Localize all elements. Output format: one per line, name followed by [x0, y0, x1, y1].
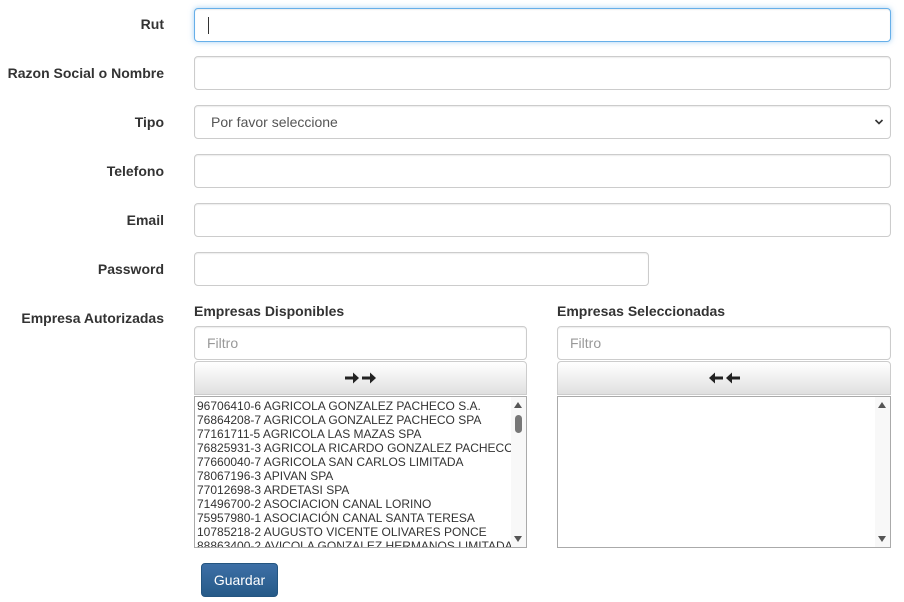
list-item[interactable]: 96706410-6 AGRICOLA GONZALEZ PACHECO S.A… [195, 399, 511, 413]
seleccionadas-filter-placeholder: Filtro [570, 335, 602, 351]
password-label: Password [97, 261, 164, 277]
chevron-down-icon [874, 119, 884, 125]
double-arrow-left-icon [709, 372, 740, 384]
guardar-button[interactable]: Guardar [201, 563, 278, 597]
list-item[interactable]: 77660040-7 AGRICOLA SAN CARLOS LIMITADA [195, 455, 511, 469]
telefono-input[interactable] [194, 154, 891, 188]
scroll-up-icon[interactable] [514, 402, 522, 408]
list-item[interactable]: 88863400-2 AVICOLA GONZALEZ HERMANOS LIM… [195, 539, 511, 547]
scroll-thumb[interactable] [515, 415, 522, 433]
disponibles-listbox[interactable]: 96706410-6 AGRICOLA GONZALEZ PACHECO S.A… [194, 396, 527, 548]
seleccionadas-scrollbar[interactable] [875, 397, 890, 547]
disponibles-options: 96706410-6 AGRICOLA GONZALEZ PACHECO S.A… [195, 397, 511, 547]
list-item[interactable]: 75957980-1 ASOCIACIÓN CANAL SANTA TERESA [195, 511, 511, 525]
rut-label: Rut [140, 16, 164, 32]
list-item[interactable]: 77161711-5 AGRICOLA LAS MAZAS SPA [195, 427, 511, 441]
scroll-down-icon[interactable] [514, 536, 522, 542]
list-item[interactable]: 76864208-7 AGRICOLA GONZALEZ PACHECO SPA [195, 413, 511, 427]
scroll-down-icon[interactable] [878, 536, 886, 542]
email-label: Email [126, 212, 164, 228]
rut-input[interactable] [194, 8, 891, 42]
disponibles-filter-placeholder: Filtro [207, 335, 239, 351]
disponibles-heading: Empresas Disponibles [194, 303, 345, 319]
list-item[interactable]: 77012698-3 ARDETASI SPA [195, 483, 511, 497]
move-all-right-button[interactable] [194, 361, 527, 395]
tipo-select[interactable]: Por favor seleccione [194, 105, 891, 139]
list-item[interactable]: 71496700-2 ASOCIACION CANAL LORINO [195, 497, 511, 511]
email-input[interactable] [194, 203, 891, 237]
telefono-label: Telefono [106, 163, 164, 179]
move-all-left-button[interactable] [557, 361, 891, 395]
disponibles-filter-input[interactable]: Filtro [194, 326, 527, 360]
scroll-up-icon[interactable] [878, 402, 886, 408]
list-item[interactable]: 10785218-2 AUGUSTO VICENTE OLIVARES PONC… [195, 525, 511, 539]
tipo-label: Tipo [134, 114, 164, 130]
razon-social-label: Razon Social o Nombre [7, 65, 164, 81]
tipo-selected-value: Por favor seleccione [211, 114, 338, 130]
password-input[interactable] [194, 252, 649, 286]
razon-social-input[interactable] [194, 56, 891, 90]
seleccionadas-heading: Empresas Seleccionadas [557, 303, 726, 319]
double-arrow-right-icon [344, 372, 376, 384]
list-item[interactable]: 78067196-3 APIVAN SPA [195, 469, 511, 483]
list-item[interactable]: 76825931-3 AGRICOLA RICARDO GONZALEZ PAC… [195, 441, 511, 455]
seleccionadas-filter-input[interactable]: Filtro [557, 326, 891, 360]
seleccionadas-listbox[interactable] [557, 396, 891, 548]
text-caret [208, 17, 209, 34]
empresas-autorizadas-label: Empresa Autorizadas [21, 310, 164, 326]
disponibles-scrollbar[interactable] [511, 397, 526, 547]
